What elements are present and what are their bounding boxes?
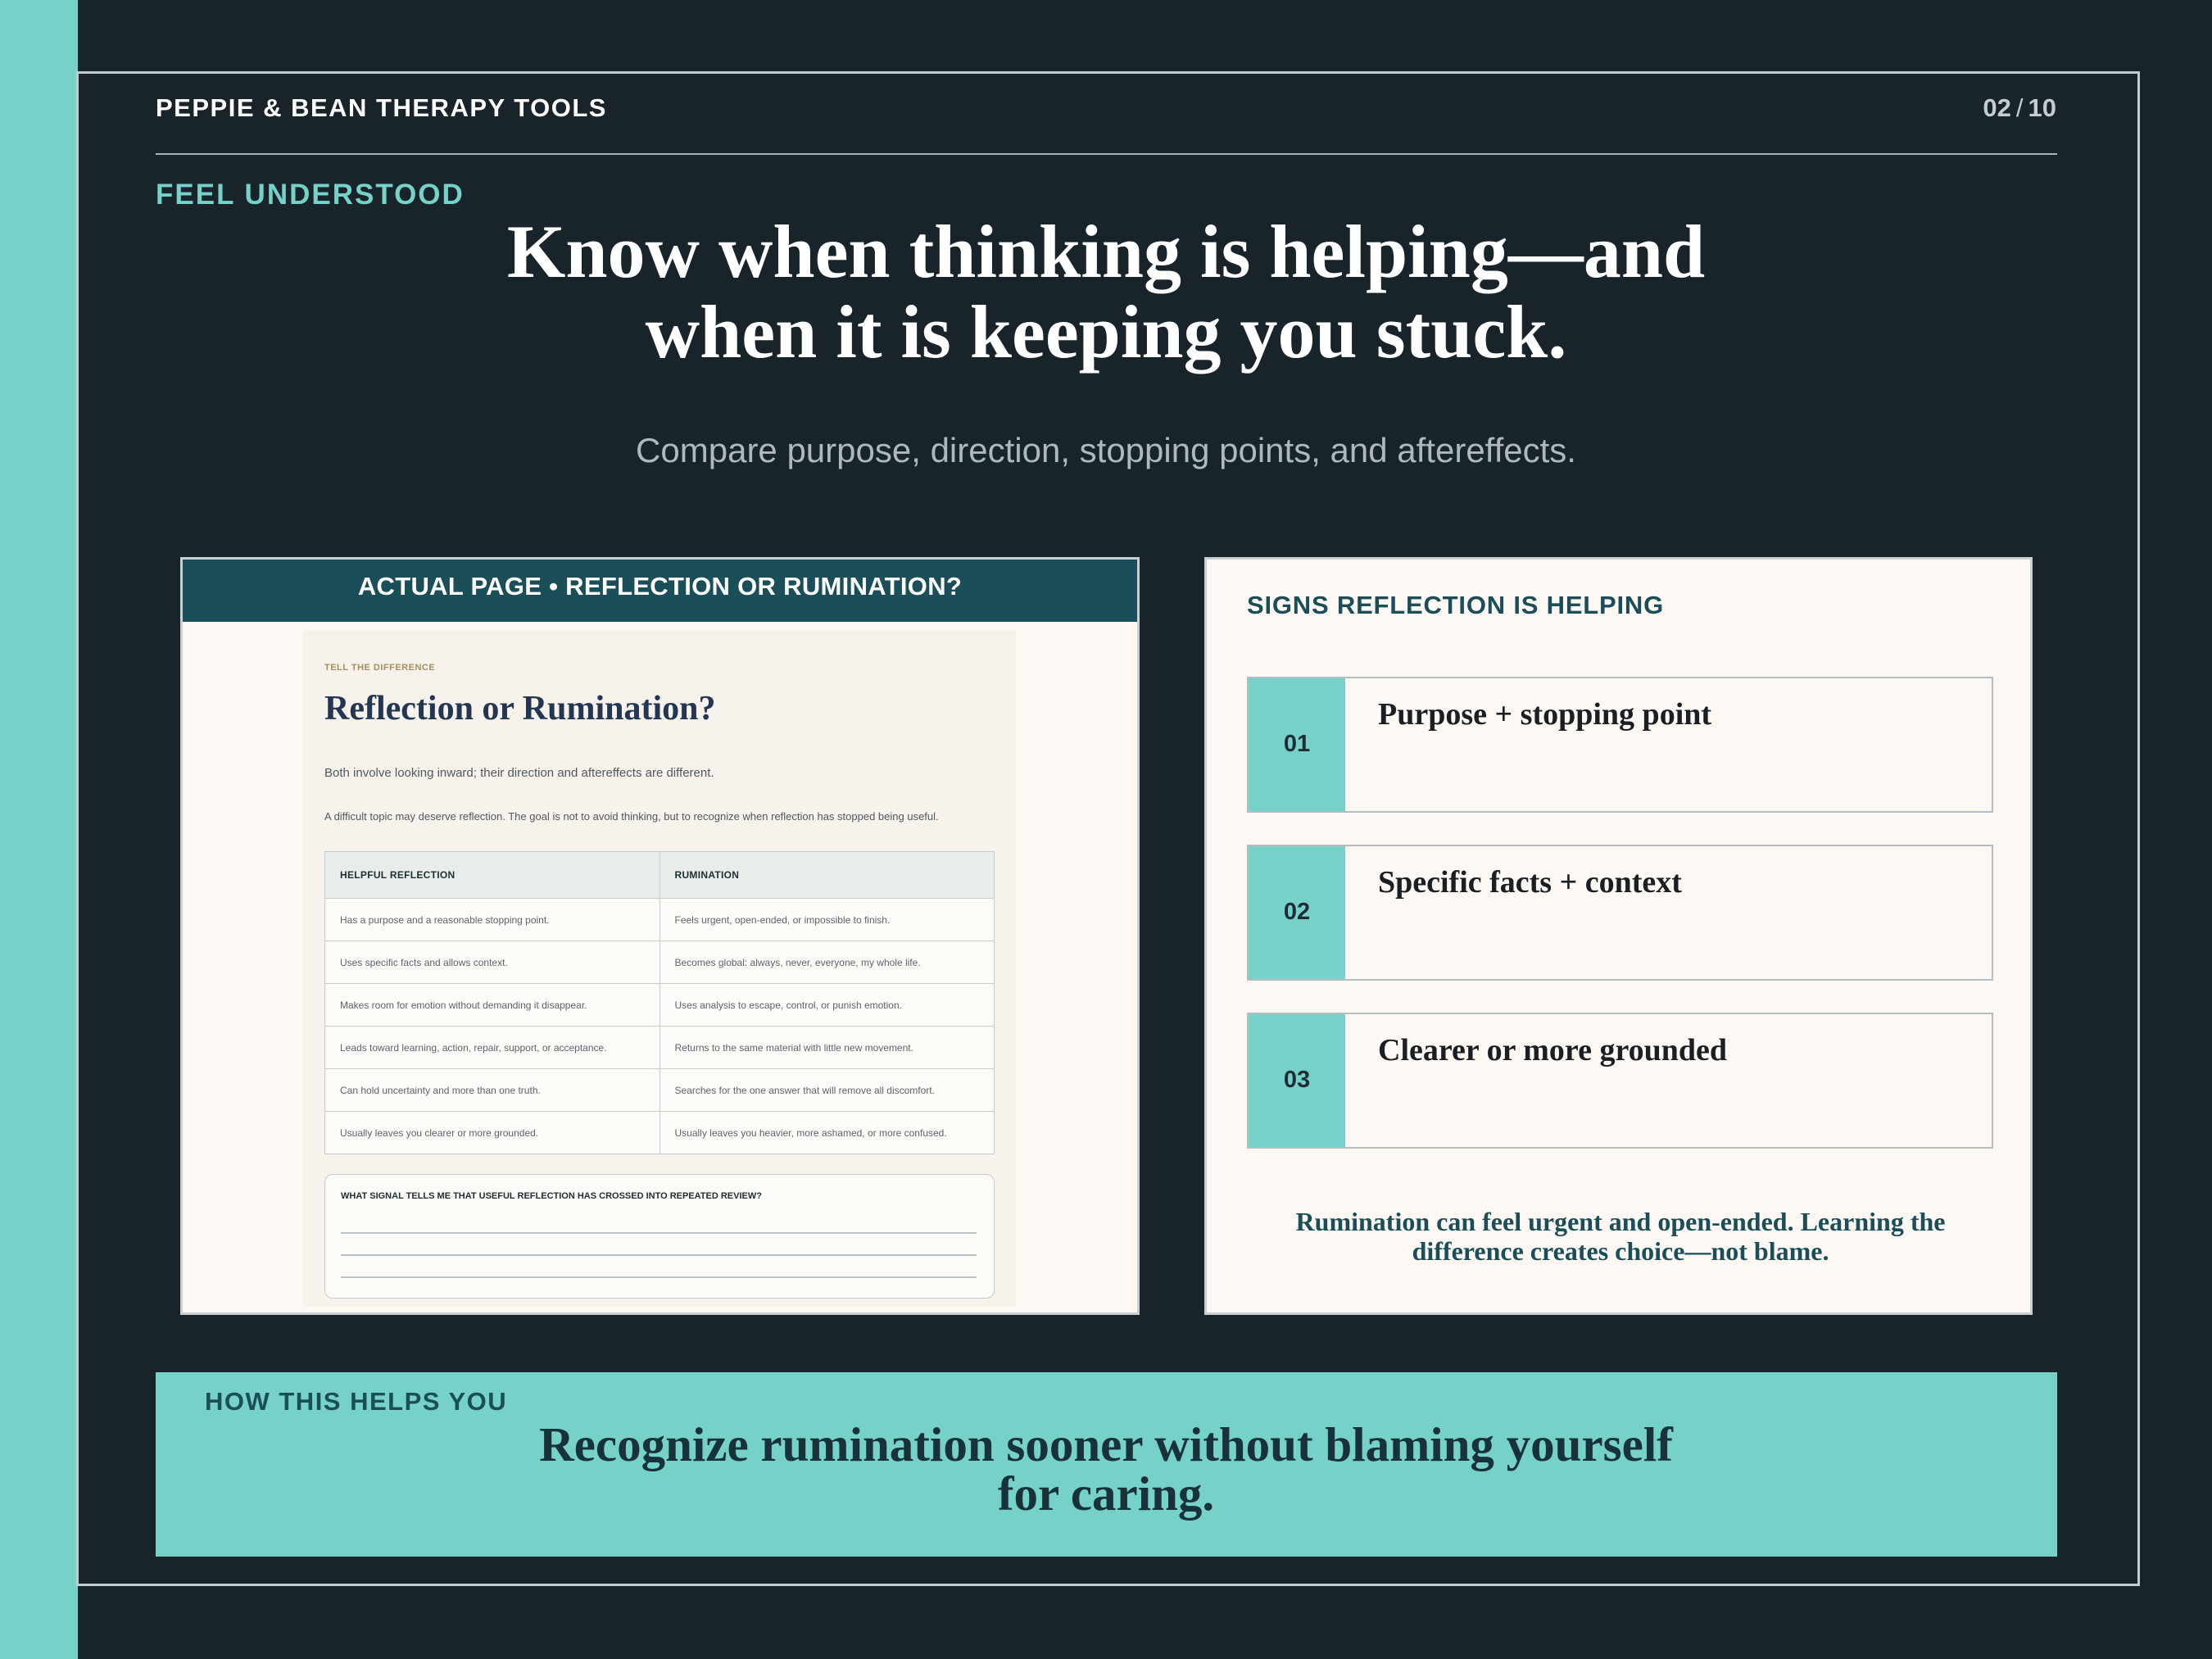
writing-line [341,1232,977,1234]
signs-title: SIGNS REFLECTION IS HELPING [1247,591,1665,619]
table-cell: Becomes global: always, never, everyone,… [659,941,995,984]
reflection-prompt-label: WHAT SIGNAL TELLS ME THAT USEFUL REFLECT… [341,1191,762,1201]
table-cell: Uses specific facts and allows context. [324,941,660,984]
page-title-line-2: when it is keeping you stuck. [645,290,1567,374]
sign-label: Specific facts + context [1378,865,1682,900]
table-cell: Usually leaves you heavier, more ashamed… [659,1111,995,1154]
sign-item: 03 Clearer or more grounded [1247,1013,1993,1149]
brand-name: PEPPIE & BEAN THERAPY TOOLS [156,93,607,122]
sign-number: 01 [1249,678,1345,811]
worksheet-preview: TELL THE DIFFERENCE Reflection or Rumina… [303,630,1016,1307]
page-indicator: 02/10 [1983,93,2056,123]
worksheet-note: A difficult topic may deserve reflection… [324,810,939,823]
signs-panel: SIGNS REFLECTION IS HELPING 01 Purpose +… [1204,557,2033,1315]
page-subtitle: Compare purpose, direction, stopping poi… [636,431,1576,469]
column-header-reflection: HELPFUL REFLECTION [324,851,660,899]
benefit-line-2: for caring. [997,1466,1215,1521]
writing-line [341,1276,977,1278]
benefit-kicker: HOW THIS HELPS YOU [205,1387,508,1416]
sign-label: Clearer or more grounded [1378,1033,1728,1067]
page-preview-panel: ACTUAL PAGE • REFLECTION OR RUMINATION? … [180,557,1140,1315]
header-divider [156,153,2057,155]
signs-note: Rumination can feel urgent and open-ende… [1295,1207,1946,1266]
sign-number: 03 [1249,1014,1345,1147]
sign-item: 02 Specific facts + context [1247,845,1993,981]
sign-item: 01 Purpose + stopping point [1247,677,1993,813]
table-cell: Makes room for emotion without demanding… [324,983,660,1027]
table-row: Leads toward learning, action, repair, s… [324,1026,995,1069]
comparison-table: HELPFUL REFLECTION RUMINATION Has a purp… [324,851,995,1154]
table-cell: Feels urgent, open-ended, or impossible … [659,898,995,941]
page-title-line-1: Know when thinking is helping—and [506,210,1706,293]
writing-line [341,1254,977,1256]
worksheet-intro: Both involve looking inward; their direc… [324,766,714,780]
page-separator: / [2015,93,2024,122]
section-kicker: FEEL UNDERSTOOD [156,179,465,211]
table-cell: Can hold uncertainty and more than one t… [324,1068,660,1112]
worksheet-kicker: TELL THE DIFFERENCE [324,663,436,673]
table-cell: Has a purpose and a reasonable stopping … [324,898,660,941]
sign-label: Purpose + stopping point [1378,697,1712,732]
table-row: Usually leaves you clearer or more groun… [324,1111,995,1154]
table-cell: Returns to the same material with little… [659,1026,995,1069]
page-title: Know when thinking is helping—and when i… [369,211,1843,372]
column-header-rumination: RUMINATION [659,851,995,899]
table-cell: Uses analysis to escape, control, or pun… [659,983,995,1027]
benefit-line-1: Recognize rumination sooner without blam… [539,1417,1673,1471]
table-row: Can hold uncertainty and more than one t… [324,1068,995,1112]
table-row: Makes room for emotion without demanding… [324,983,995,1027]
table-row: Has a purpose and a reasonable stopping … [324,898,995,941]
table-cell: Searches for the one answer that will re… [659,1068,995,1112]
sign-number: 02 [1249,846,1345,979]
benefit-statement: Recognize rumination sooner without blam… [369,1420,1843,1518]
page-total: 10 [2028,93,2056,122]
worksheet-title: Reflection or Rumination? [324,690,716,728]
table-header-row: HELPFUL REFLECTION RUMINATION [324,851,995,899]
table-row: Uses specific facts and allows context. … [324,941,995,984]
reflection-prompt-box: WHAT SIGNAL TELLS ME THAT USEFUL REFLECT… [324,1174,995,1299]
left-accent-strip [0,0,78,1659]
page-current: 02 [1983,93,2011,122]
table-cell: Leads toward learning, action, repair, s… [324,1026,660,1069]
table-cell: Usually leaves you clearer or more groun… [324,1111,660,1154]
benefit-band: HOW THIS HELPS YOU Recognize rumination … [156,1372,2057,1557]
preview-header-bar: ACTUAL PAGE • REFLECTION OR RUMINATION? [183,560,1137,622]
